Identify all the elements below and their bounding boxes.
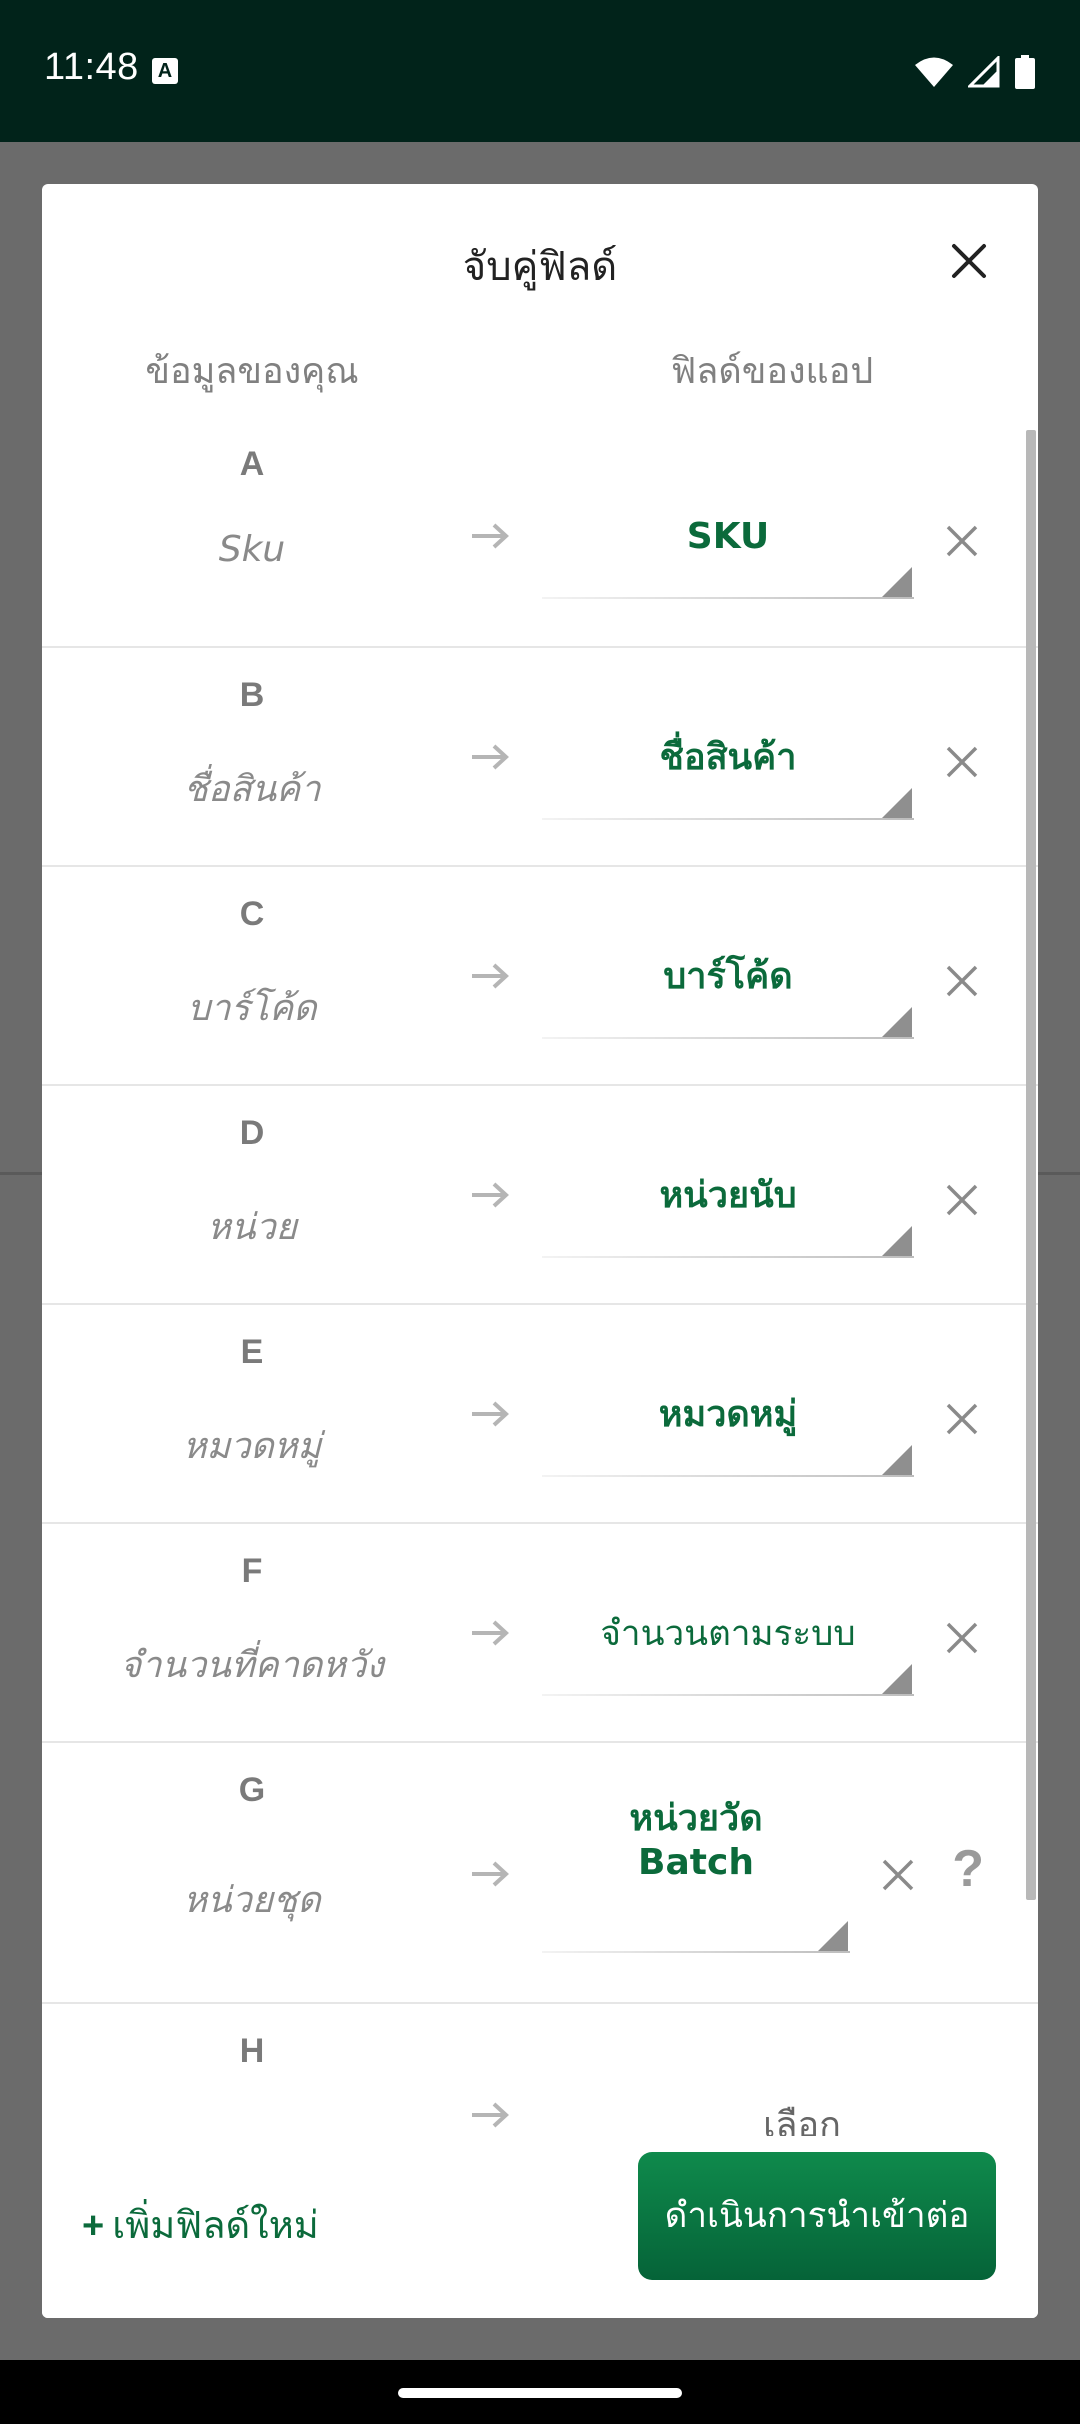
close-icon[interactable]: [944, 236, 994, 286]
remove-mapping-icon[interactable]: [944, 1401, 980, 1437]
column-header-your-data: ข้อมูลของคุณ: [145, 351, 359, 392]
remove-mapping-icon[interactable]: [944, 523, 980, 559]
mapping-row-g: G หน่วยชุด หน่วยวัด Batch ?: [42, 1743, 1038, 2004]
mapping-row-d: D หน่วย หน่วยนับ: [42, 1086, 1038, 1305]
mapping-row-e: E หมวดหมู่ หมวดหมู่: [42, 1305, 1038, 1524]
dialog-footer: + เพิ่มฟิลด์ใหม่ ดำเนินการนำเข้าต่อ: [42, 2136, 1038, 2318]
remove-mapping-icon[interactable]: [880, 1857, 916, 1893]
arrow-right-icon: [472, 744, 509, 770]
mapping-list: A Sku SKU B ชื่อสินค้า ชื่อสินค้า C บาร์…: [42, 429, 1038, 2318]
column-letter: A: [239, 445, 265, 483]
add-new-field-label: เพิ่มฟิลด์ใหม่: [112, 2203, 319, 2247]
mapping-row-b: B ชื่อสินค้า ชื่อสินค้า: [42, 648, 1038, 867]
source-column-name: หน่วย: [207, 1207, 297, 1248]
dropdown-corner-icon: [882, 1664, 912, 1694]
source-column-name: จำนวนที่คาดหวัง: [120, 1645, 384, 1686]
target-field-label: หน่วยนับ: [659, 1175, 797, 1216]
dropdown-corner-icon: [882, 1007, 912, 1037]
target-field-select[interactable]: SKU: [542, 503, 914, 603]
column-letter: H: [239, 2032, 265, 2070]
status-icons: [914, 52, 1036, 92]
select-underline: [542, 597, 914, 599]
target-field-label: หมวดหมู่: [658, 1394, 798, 1435]
select-underline: [542, 1694, 914, 1696]
a-icon: A: [152, 58, 178, 84]
select-underline: [542, 818, 914, 820]
help-icon[interactable]: ?: [952, 1839, 984, 1899]
source-column-name: หมวดหมู่: [182, 1426, 322, 1467]
dialog-title: จับคู่ฟิลด์: [462, 244, 618, 290]
arrow-right-icon: [472, 2102, 509, 2128]
home-gesture-handle[interactable]: [398, 2388, 682, 2398]
add-new-field-button[interactable]: + เพิ่มฟิลด์ใหม่: [82, 2194, 319, 2255]
dropdown-corner-icon: [818, 1921, 848, 1951]
arrow-right-icon: [472, 1401, 509, 1427]
arrow-right-icon: [472, 1182, 509, 1208]
arrow-right-icon: [472, 1620, 509, 1646]
target-field-label: จำนวนตามระบบ: [600, 1614, 856, 1654]
target-field-select[interactable]: จำนวนตามระบบ: [542, 1600, 914, 1700]
dropdown-corner-icon: [882, 788, 912, 818]
continue-import-button[interactable]: ดำเนินการนำเข้าต่อ: [638, 2152, 996, 2280]
remove-mapping-icon[interactable]: [944, 1620, 980, 1656]
target-field-label: SKU: [686, 516, 770, 557]
select-underline: [542, 1951, 850, 1953]
target-field-select[interactable]: หมวดหมู่: [542, 1381, 914, 1481]
target-field-select[interactable]: ชื่อสินค้า: [542, 724, 914, 824]
column-letter: F: [241, 1552, 263, 1590]
dropdown-corner-icon: [882, 1445, 912, 1475]
source-column-name: ชื่อสินค้า: [183, 769, 321, 810]
remove-mapping-icon[interactable]: [944, 1182, 980, 1218]
signal-icon: [968, 56, 1000, 88]
remove-mapping-icon[interactable]: [944, 744, 980, 780]
mapping-row-c: C บาร์โค้ด บาร์โค้ด: [42, 867, 1038, 1086]
target-field-label-line1: หน่วยวัด: [629, 1798, 763, 1839]
target-field-label: บาร์โค้ด: [663, 956, 793, 997]
dropdown-corner-icon: [882, 1226, 912, 1256]
remove-mapping-icon[interactable]: [944, 963, 980, 999]
navigation-bar: [0, 2360, 1080, 2424]
column-letter: C: [239, 895, 265, 933]
target-field-label: ชื่อสินค้า: [659, 737, 797, 778]
select-underline: [542, 1037, 914, 1039]
scrollbar[interactable]: [1026, 430, 1036, 1900]
arrow-right-icon: [472, 963, 509, 989]
target-field-select[interactable]: หน่วยวัด Batch: [542, 1797, 850, 1957]
column-letter: B: [239, 676, 265, 714]
arrow-right-icon: [472, 1861, 509, 1887]
target-field-select[interactable]: หน่วยนับ: [542, 1162, 914, 1262]
dropdown-corner-icon: [882, 567, 912, 597]
field-mapping-dialog: จับคู่ฟิลด์ ข้อมูลของคุณ ฟิลด์ของแอป A S…: [42, 184, 1038, 2318]
status-bar: 11:48 A: [0, 0, 1080, 142]
mapping-row-f: F จำนวนที่คาดหวัง จำนวนตามระบบ: [42, 1524, 1038, 1743]
arrow-right-icon: [472, 523, 509, 549]
battery-icon: [1015, 55, 1035, 89]
source-column-name: Sku: [218, 529, 286, 570]
select-underline: [542, 1256, 914, 1258]
wifi-icon: [915, 57, 953, 87]
source-column-name: บาร์โค้ด: [187, 988, 317, 1029]
target-field-label-line2: Batch: [638, 1842, 754, 1883]
column-letter: D: [239, 1114, 265, 1152]
plus-icon: +: [82, 2205, 105, 2247]
target-field-select[interactable]: บาร์โค้ด: [542, 943, 914, 1043]
mapping-row-a: A Sku SKU: [42, 429, 1038, 648]
column-letter: E: [240, 1333, 264, 1371]
column-letter: G: [238, 1771, 266, 1809]
column-header-app-fields: ฟิลด์ของแอป: [670, 351, 874, 392]
select-underline: [542, 1475, 914, 1477]
status-time: 11:48: [44, 46, 139, 88]
source-column-name: หน่วยชุด: [183, 1880, 321, 1921]
